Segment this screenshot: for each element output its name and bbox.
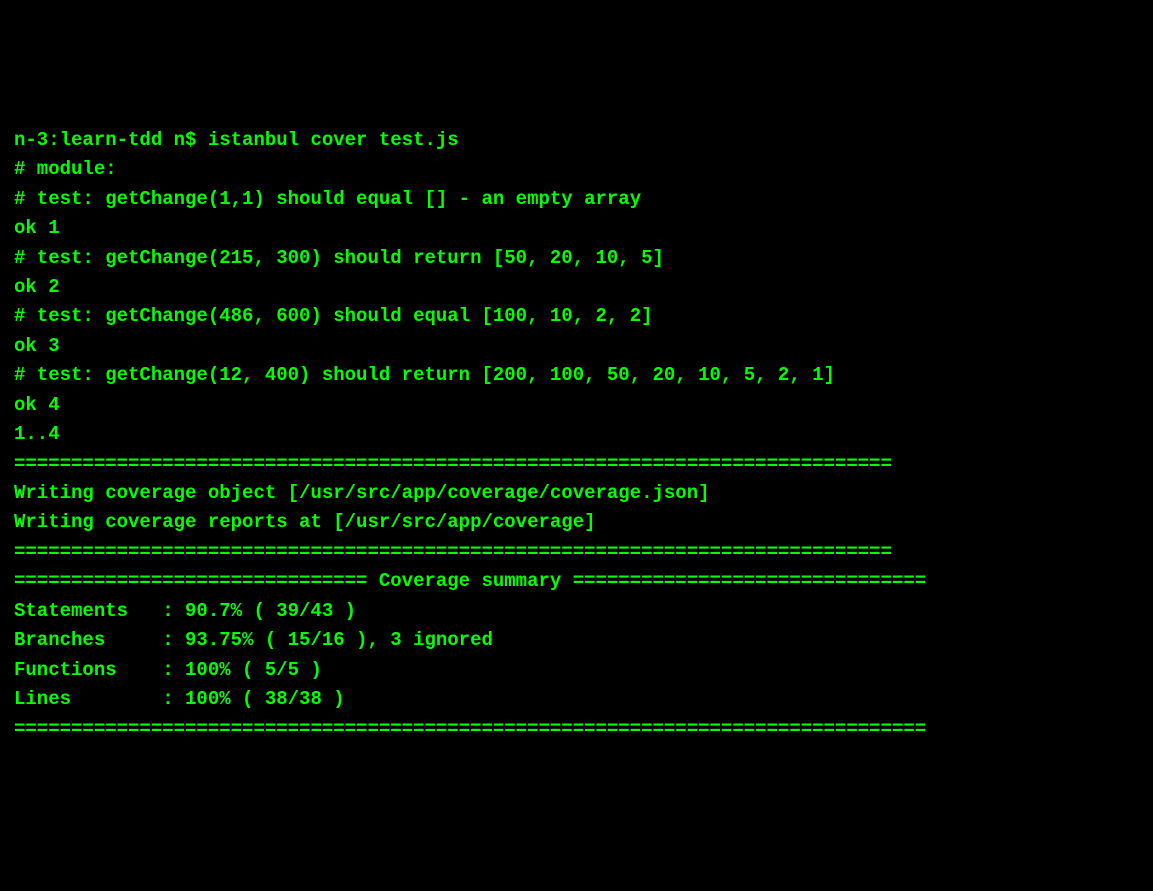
coverage-summary-header: =============================== Coverage… — [14, 567, 1139, 596]
coverage-branches: Branches : 93.75% ( 15/16 ), 3 ignored — [14, 626, 1139, 655]
output-line: Writing coverage reports at [/usr/src/ap… — [14, 508, 1139, 537]
output-line: 1..4 — [14, 420, 1139, 449]
output-line: # test: getChange(1,1) should equal [] -… — [14, 185, 1139, 214]
separator-line: ========================================… — [14, 450, 1139, 479]
separator-line: ========================================… — [14, 538, 1139, 567]
terminal-output: n-3:learn-tdd n$ istanbul cover test.js#… — [14, 126, 1139, 744]
output-line: # module: — [14, 155, 1139, 184]
output-line: ok 3 — [14, 332, 1139, 361]
output-line: Writing coverage object [/usr/src/app/co… — [14, 479, 1139, 508]
output-line: ok 1 — [14, 214, 1139, 243]
output-line: # test: getChange(12, 400) should return… — [14, 361, 1139, 390]
output-line: # test: getChange(215, 300) should retur… — [14, 244, 1139, 273]
coverage-statements: Statements : 90.7% ( 39/43 ) — [14, 597, 1139, 626]
output-line: ok 4 — [14, 391, 1139, 420]
output-line: ok 2 — [14, 273, 1139, 302]
coverage-lines: Lines : 100% ( 38/38 ) — [14, 685, 1139, 714]
prompt-line: n-3:learn-tdd n$ istanbul cover test.js — [14, 126, 1139, 155]
coverage-functions: Functions : 100% ( 5/5 ) — [14, 656, 1139, 685]
separator-line: ========================================… — [14, 715, 1139, 744]
output-line: # test: getChange(486, 600) should equal… — [14, 302, 1139, 331]
